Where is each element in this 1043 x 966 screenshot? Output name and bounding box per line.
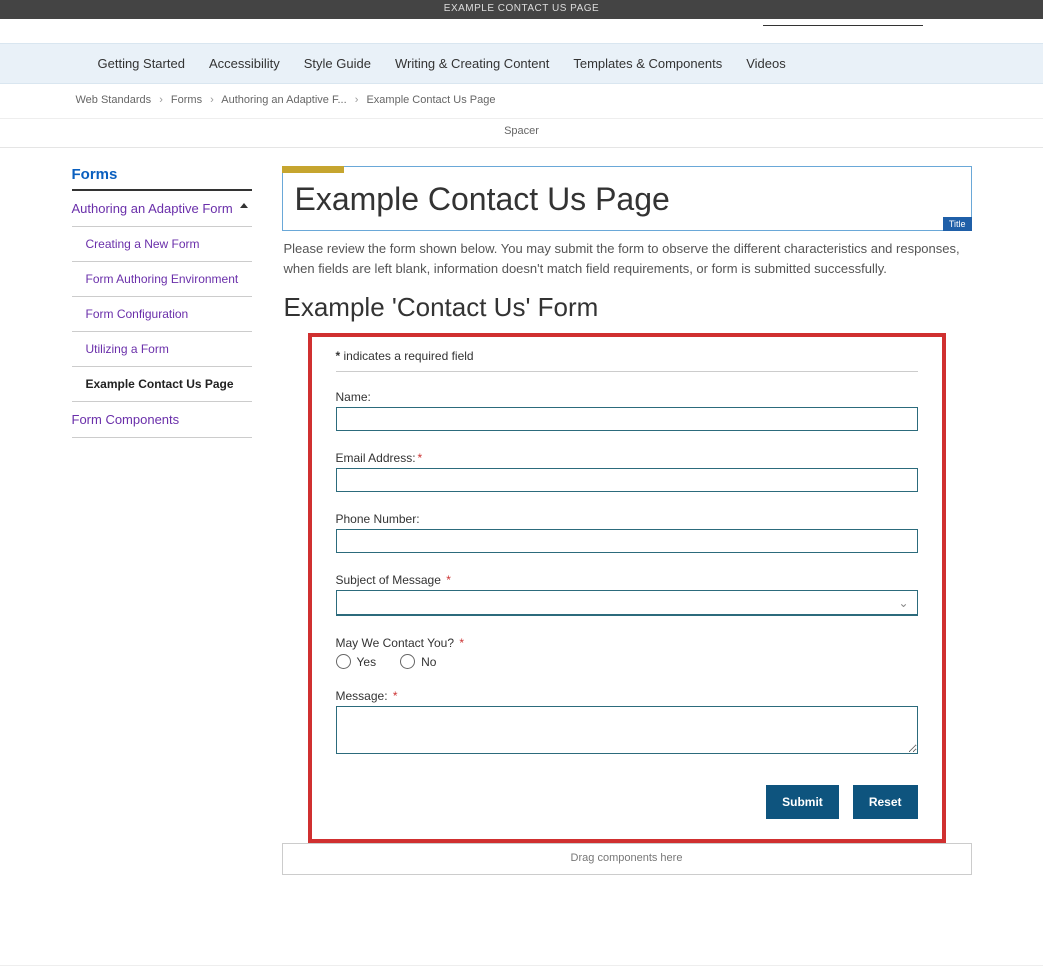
crumb-current: Example Contact Us Page bbox=[366, 94, 495, 106]
sidebar-section-label: Authoring an Adaptive Form bbox=[72, 201, 233, 216]
nav-item-style-guide[interactable]: Style Guide bbox=[304, 56, 371, 71]
intro-text: Please review the form shown below. You … bbox=[284, 239, 970, 278]
sidebar-item-creating-form[interactable]: Creating a New Form bbox=[72, 227, 252, 262]
sidebar-item-form-components[interactable]: Form Components bbox=[72, 402, 252, 438]
title-component[interactable]: Example Contact Us Page Title bbox=[282, 166, 972, 231]
name-input[interactable] bbox=[336, 407, 918, 431]
label-email: Email Address:* bbox=[336, 451, 918, 465]
sidebar: Forms Authoring an Adaptive Form Creatin… bbox=[72, 166, 252, 875]
sidebar-item-utilizing-form[interactable]: Utilizing a Form bbox=[72, 332, 252, 367]
form-highlight: * indicates a required field Name: Email… bbox=[308, 333, 946, 843]
radio-yes[interactable]: Yes bbox=[336, 654, 377, 669]
crumb-authoring[interactable]: Authoring an Adaptive F... bbox=[221, 94, 346, 106]
crumb-web-standards[interactable]: Web Standards bbox=[76, 94, 152, 106]
crumb-forms[interactable]: Forms bbox=[171, 94, 202, 106]
nav-item-writing-content[interactable]: Writing & Creating Content bbox=[395, 56, 549, 71]
radio-no[interactable]: No bbox=[400, 654, 436, 669]
required-hint: * indicates a required field bbox=[336, 345, 918, 371]
form-heading: Example 'Contact Us' Form bbox=[284, 292, 970, 323]
nav-item-templates-components[interactable]: Templates & Components bbox=[573, 56, 722, 71]
drop-zone-label: Drag components here bbox=[571, 852, 683, 864]
required-marker: * bbox=[443, 573, 451, 587]
submit-button[interactable]: Submit bbox=[766, 785, 839, 819]
chevron-right-icon: › bbox=[210, 94, 214, 106]
sidebar-item-authoring-env[interactable]: Form Authoring Environment bbox=[72, 262, 252, 297]
component-tag-title: Title bbox=[943, 217, 972, 231]
page-title: Example Contact Us Page bbox=[295, 181, 959, 218]
label-subject: Subject of Message * bbox=[336, 573, 918, 587]
banner-text: EXAMPLE CONTACT US PAGE bbox=[444, 3, 599, 14]
subject-select[interactable]: ⌄ bbox=[336, 590, 918, 616]
chevron-right-icon: › bbox=[355, 94, 359, 106]
chevron-right-icon: › bbox=[159, 94, 163, 106]
radio-icon bbox=[336, 654, 351, 669]
nav-item-accessibility[interactable]: Accessibility bbox=[209, 56, 280, 71]
chevron-down-icon: ⌄ bbox=[898, 596, 908, 610]
subheader-bar bbox=[0, 19, 1043, 43]
main-content: Example Contact Us Page Title Please rev… bbox=[282, 166, 972, 875]
message-textarea[interactable] bbox=[336, 706, 918, 754]
label-name: Name: bbox=[336, 390, 918, 404]
radio-no-label: No bbox=[421, 655, 436, 669]
phone-input[interactable] bbox=[336, 529, 918, 553]
nav-item-videos[interactable]: Videos bbox=[746, 56, 786, 71]
label-contact-you: May We Contact You? * bbox=[336, 636, 918, 650]
top-banner: EXAMPLE CONTACT US PAGE bbox=[0, 0, 1043, 19]
sidebar-title[interactable]: Forms bbox=[72, 166, 252, 191]
email-input[interactable] bbox=[336, 468, 918, 492]
chevron-up-icon bbox=[240, 203, 248, 208]
spacer-component[interactable]: Spacer bbox=[0, 118, 1043, 148]
radio-yes-label: Yes bbox=[357, 655, 377, 669]
search-underline bbox=[763, 25, 923, 26]
divider bbox=[336, 371, 918, 372]
required-marker: * bbox=[418, 451, 423, 465]
label-phone: Phone Number: bbox=[336, 512, 918, 526]
sidebar-section-authoring[interactable]: Authoring an Adaptive Form bbox=[72, 191, 252, 227]
breadcrumb: Web Standards › Forms › Authoring an Ada… bbox=[72, 84, 972, 114]
component-drop-zone[interactable]: Drag components here bbox=[282, 843, 972, 875]
required-marker: * bbox=[390, 689, 398, 703]
reset-button[interactable]: Reset bbox=[853, 785, 918, 819]
nav-item-getting-started[interactable]: Getting Started bbox=[98, 56, 185, 71]
radio-icon bbox=[400, 654, 415, 669]
sidebar-item-example-contact[interactable]: Example Contact Us Page bbox=[72, 367, 252, 402]
spacer-label: Spacer bbox=[504, 125, 539, 137]
label-message: Message: * bbox=[336, 689, 918, 703]
required-marker: * bbox=[456, 636, 464, 650]
sidebar-item-form-config[interactable]: Form Configuration bbox=[72, 297, 252, 332]
primary-nav: Getting Started Accessibility Style Guid… bbox=[0, 43, 1043, 84]
